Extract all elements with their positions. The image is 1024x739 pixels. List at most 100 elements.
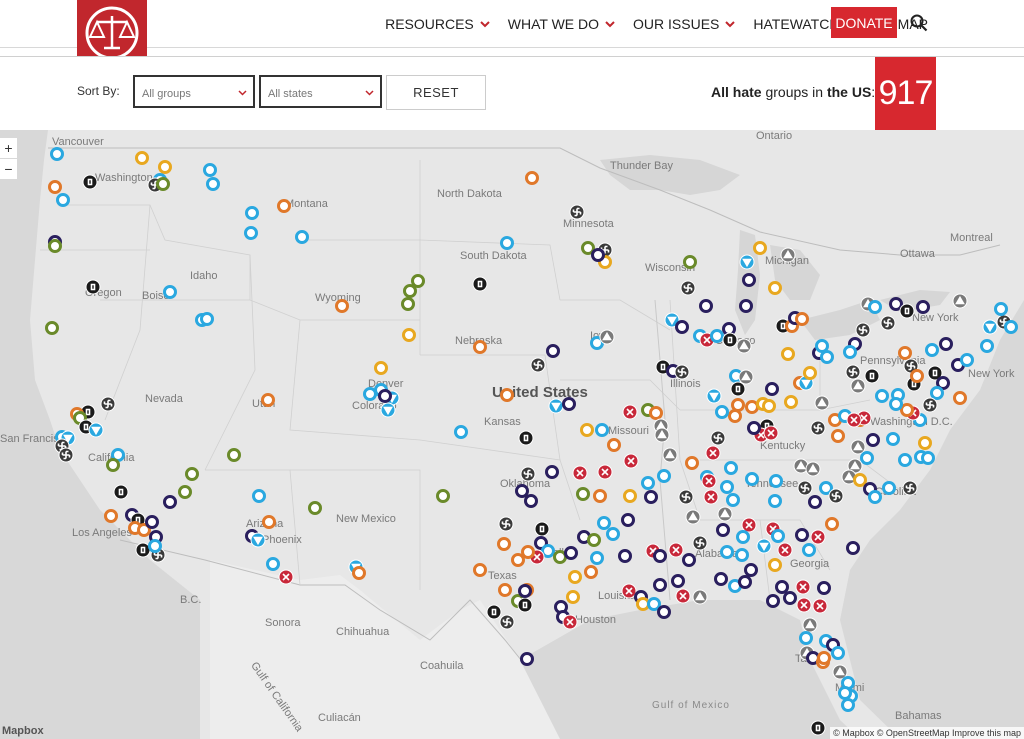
black-nationalist-marker[interactable] bbox=[56, 193, 70, 207]
black-nationalist-marker[interactable] bbox=[715, 405, 729, 419]
anti-muslim-marker[interactable] bbox=[683, 255, 697, 269]
white-nationalist-marker[interactable] bbox=[714, 572, 728, 586]
white-nationalist-marker[interactable] bbox=[545, 465, 559, 479]
kkk-marker[interactable] bbox=[763, 425, 779, 441]
neo-nazi-marker[interactable] bbox=[569, 204, 585, 220]
black-nationalist-marker[interactable] bbox=[647, 597, 661, 611]
neo-confederate-marker[interactable] bbox=[48, 180, 62, 194]
black-nationalist-marker[interactable] bbox=[882, 481, 896, 495]
black-nationalist-marker[interactable] bbox=[736, 530, 750, 544]
racist-skinhead-marker[interactable] bbox=[534, 521, 550, 537]
nav-item-our-issues[interactable]: OUR ISSUES bbox=[633, 16, 736, 32]
white-nationalist-marker[interactable] bbox=[163, 495, 177, 509]
neo-nazi-marker[interactable] bbox=[530, 357, 546, 373]
kkk-marker[interactable] bbox=[675, 588, 691, 604]
search-icon[interactable] bbox=[910, 14, 928, 32]
general-hate-marker[interactable] bbox=[374, 361, 388, 375]
neo-confederate-marker[interactable] bbox=[497, 537, 511, 551]
general-hate-marker[interactable] bbox=[762, 399, 776, 413]
black-nationalist-marker[interactable] bbox=[295, 230, 309, 244]
black-nationalist-marker[interactable] bbox=[244, 226, 258, 240]
general-hate-marker[interactable] bbox=[781, 347, 795, 361]
anti-muslim-marker[interactable] bbox=[106, 458, 120, 472]
white-nationalist-marker[interactable] bbox=[846, 541, 860, 555]
general-hate-marker[interactable] bbox=[784, 395, 798, 409]
reset-button[interactable]: RESET bbox=[386, 75, 486, 110]
black-nationalist-marker[interactable] bbox=[886, 432, 900, 446]
neo-confederate-marker[interactable] bbox=[104, 509, 118, 523]
white-nationalist-marker[interactable] bbox=[742, 273, 756, 287]
neo-nazi-marker[interactable] bbox=[855, 322, 871, 338]
christian-identity-marker[interactable] bbox=[662, 447, 678, 463]
anti-muslim-marker[interactable] bbox=[587, 533, 601, 547]
christian-identity-marker[interactable] bbox=[717, 506, 733, 522]
neo-nazi-marker[interactable] bbox=[922, 397, 938, 413]
black-nationalist-marker[interactable] bbox=[252, 489, 266, 503]
white-nationalist-marker[interactable] bbox=[562, 397, 576, 411]
white-nationalist-marker[interactable] bbox=[564, 546, 578, 560]
white-nationalist-marker[interactable] bbox=[795, 528, 809, 542]
white-nationalist-marker[interactable] bbox=[765, 382, 779, 396]
neo-confederate-marker[interactable] bbox=[335, 299, 349, 313]
racist-skinhead-marker[interactable] bbox=[486, 604, 502, 620]
black-nationalist-marker[interactable] bbox=[802, 543, 816, 557]
anti-muslim-marker[interactable] bbox=[227, 448, 241, 462]
white-nationalist-marker[interactable] bbox=[518, 584, 532, 598]
neo-confederate-marker[interactable] bbox=[473, 340, 487, 354]
kkk-marker[interactable] bbox=[623, 453, 639, 469]
black-nationalist-marker[interactable] bbox=[720, 480, 734, 494]
white-nationalist-marker[interactable] bbox=[775, 580, 789, 594]
black-nationalist-marker[interactable] bbox=[875, 389, 889, 403]
white-nationalist-marker[interactable] bbox=[916, 300, 930, 314]
neo-nazi-marker[interactable] bbox=[845, 364, 861, 380]
black-nationalist-marker[interactable] bbox=[994, 302, 1008, 316]
kkk-marker[interactable] bbox=[777, 542, 793, 558]
christian-identity-marker[interactable] bbox=[738, 369, 754, 385]
anti-muslim-marker[interactable] bbox=[156, 177, 170, 191]
racist-skinhead-marker[interactable] bbox=[85, 279, 101, 295]
neo-confederate-marker[interactable] bbox=[525, 171, 539, 185]
kkk-marker[interactable] bbox=[846, 412, 862, 428]
anti-muslim-marker[interactable] bbox=[401, 297, 415, 311]
anti-lgbt-marker[interactable] bbox=[706, 388, 722, 404]
white-nationalist-marker[interactable] bbox=[378, 389, 392, 403]
neo-confederate-marker[interactable] bbox=[473, 563, 487, 577]
neo-confederate-marker[interactable] bbox=[731, 398, 745, 412]
white-nationalist-marker[interactable] bbox=[591, 248, 605, 262]
map-attribution[interactable]: © Mapbox © OpenStreetMap Improve this ma… bbox=[830, 727, 1024, 739]
white-nationalist-marker[interactable] bbox=[889, 297, 903, 311]
nav-item-resources[interactable]: RESOURCES bbox=[385, 16, 490, 32]
black-nationalist-marker[interactable] bbox=[657, 469, 671, 483]
hate-map[interactable]: + − Vancouver Washington Montana North Dako… bbox=[0, 130, 1024, 739]
white-nationalist-marker[interactable] bbox=[515, 484, 529, 498]
neo-confederate-marker[interactable] bbox=[685, 456, 699, 470]
black-nationalist-marker[interactable] bbox=[925, 343, 939, 357]
black-nationalist-marker[interactable] bbox=[860, 451, 874, 465]
black-nationalist-marker[interactable] bbox=[768, 494, 782, 508]
anti-lgbt-marker[interactable] bbox=[250, 532, 266, 548]
racist-skinhead-marker[interactable] bbox=[113, 484, 129, 500]
anti-lgbt-marker[interactable] bbox=[380, 402, 396, 418]
neo-nazi-marker[interactable] bbox=[520, 466, 536, 482]
white-nationalist-marker[interactable] bbox=[783, 591, 797, 605]
kkk-marker[interactable] bbox=[572, 465, 588, 481]
neo-confederate-marker[interactable] bbox=[352, 566, 366, 580]
white-nationalist-marker[interactable] bbox=[744, 563, 758, 577]
black-nationalist-marker[interactable] bbox=[831, 646, 845, 660]
neo-confederate-marker[interactable] bbox=[262, 515, 276, 529]
black-nationalist-marker[interactable] bbox=[163, 285, 177, 299]
black-nationalist-marker[interactable] bbox=[206, 177, 220, 191]
racist-skinhead-marker[interactable] bbox=[135, 542, 151, 558]
black-nationalist-marker[interactable] bbox=[799, 631, 813, 645]
white-nationalist-marker[interactable] bbox=[546, 344, 560, 358]
anti-muslim-marker[interactable] bbox=[178, 485, 192, 499]
black-nationalist-marker[interactable] bbox=[771, 529, 785, 543]
neo-nazi-marker[interactable] bbox=[58, 447, 74, 463]
neo-confederate-marker[interactable] bbox=[728, 409, 742, 423]
black-nationalist-marker[interactable] bbox=[868, 300, 882, 314]
neo-confederate-marker[interactable] bbox=[521, 545, 535, 559]
black-nationalist-marker[interactable] bbox=[724, 461, 738, 475]
black-nationalist-marker[interactable] bbox=[769, 474, 783, 488]
neo-nazi-marker[interactable] bbox=[902, 480, 918, 496]
anti-muslim-marker[interactable] bbox=[403, 284, 417, 298]
